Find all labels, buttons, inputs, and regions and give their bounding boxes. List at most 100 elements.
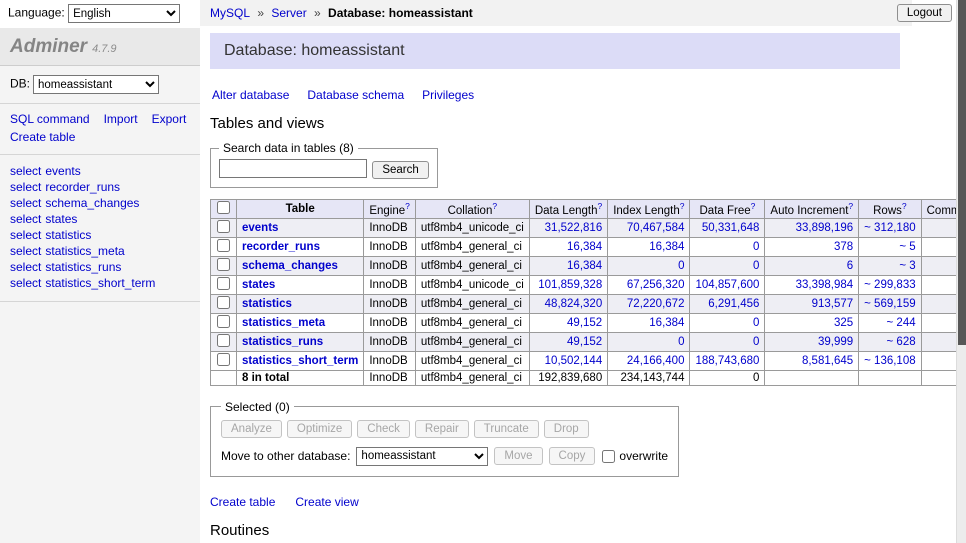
table-link-statistics-runs[interactable]: statistics_runs (242, 336, 323, 348)
privileges-link[interactable]: Privileges (422, 88, 474, 102)
search-button[interactable]: Search (372, 161, 428, 179)
column-hint-link[interactable]: ? (751, 201, 756, 211)
column-sort-link[interactable]: Index Length (613, 204, 680, 216)
data-free-value-link[interactable]: 0 (753, 241, 759, 253)
rows-value-link[interactable]: ~ 312,180 (864, 222, 915, 234)
table-name-link-states[interactable]: states (45, 212, 77, 226)
sidebar-link-create-table[interactable]: Create table (10, 130, 75, 144)
rows-value-link[interactable]: ~ 5 (899, 241, 915, 253)
data-length-value-link[interactable]: 49,152 (567, 336, 602, 348)
index-length-value-link[interactable]: 24,166,400 (627, 355, 685, 367)
db-select[interactable]: homeassistant (33, 75, 159, 94)
bulk-analyze-button[interactable]: Analyze (221, 420, 282, 438)
column-sort-link[interactable]: Comment (927, 204, 956, 216)
table-name-link-statistics-runs[interactable]: statistics_runs (45, 260, 121, 274)
table-name-link-recorder-runs[interactable]: recorder_runs (45, 180, 120, 194)
data-length-value-link[interactable]: 10,502,144 (545, 355, 603, 367)
row-checkbox[interactable] (217, 353, 230, 366)
data-length-value-link[interactable]: 16,384 (567, 241, 602, 253)
search-input[interactable] (219, 159, 367, 178)
bulk-check-button[interactable]: Check (357, 420, 410, 438)
column-hint-link[interactable]: ? (680, 201, 685, 211)
index-length-value-link[interactable]: 72,220,672 (627, 298, 685, 310)
row-checkbox[interactable] (217, 296, 230, 309)
scrollbar-thumb[interactable] (958, 0, 966, 345)
data-free-value-link[interactable]: 188,743,680 (695, 355, 759, 367)
rows-value-link[interactable]: ~ 3 (899, 260, 915, 272)
column-hint-link[interactable]: ? (902, 201, 907, 211)
bulk-repair-button[interactable]: Repair (415, 420, 469, 438)
bulk-drop-button[interactable]: Drop (544, 420, 589, 438)
copy-button[interactable]: Copy (549, 447, 596, 465)
data-free-value-link[interactable]: 0 (753, 260, 759, 272)
data-free-value-link[interactable]: 0 (753, 336, 759, 348)
row-checkbox[interactable] (217, 315, 230, 328)
breadcrumb-link-mysql[interactable]: MySQL (210, 6, 250, 20)
index-length-value-link[interactable]: 0 (678, 336, 684, 348)
table-link-schema-changes[interactable]: schema_changes (242, 260, 338, 272)
table-link-events[interactable]: events (242, 222, 278, 234)
rows-value-link[interactable]: ~ 628 (887, 336, 916, 348)
sidebar-link-import[interactable]: Import (104, 112, 138, 126)
auto-increment-value-link[interactable]: 33,898,196 (796, 222, 854, 234)
table-name-link-statistics-meta[interactable]: statistics_meta (45, 244, 124, 258)
index-length-value-link[interactable]: 0 (678, 260, 684, 272)
table-name-link-schema-changes[interactable]: schema_changes (45, 196, 139, 210)
column-sort-link[interactable]: Data Free (700, 204, 751, 216)
table-select-link[interactable]: select (10, 164, 41, 178)
data-free-value-link[interactable]: 0 (753, 317, 759, 329)
auto-increment-value-link[interactable]: 33,398,984 (796, 279, 854, 291)
row-checkbox[interactable] (217, 277, 230, 290)
auto-increment-value-link[interactable]: 325 (834, 317, 853, 329)
data-free-value-link[interactable]: 50,331,648 (702, 222, 760, 234)
rows-value-link[interactable]: ~ 299,833 (864, 279, 915, 291)
language-select[interactable]: English (68, 4, 180, 23)
table-select-link[interactable]: select (10, 260, 41, 274)
index-length-value-link[interactable]: 16,384 (649, 317, 684, 329)
table-link-states[interactable]: states (242, 279, 275, 291)
move-button[interactable]: Move (494, 447, 542, 465)
table-link-statistics-short-term[interactable]: statistics_short_term (242, 355, 358, 367)
auto-increment-value-link[interactable]: 39,999 (818, 336, 853, 348)
table-select-link[interactable]: select (10, 228, 41, 242)
auto-increment-value-link[interactable]: 378 (834, 241, 853, 253)
sidebar-link-sql-command[interactable]: SQL command (10, 112, 90, 126)
bulk-truncate-button[interactable]: Truncate (474, 420, 539, 438)
table-select-link[interactable]: select (10, 244, 41, 258)
table-select-link[interactable]: select (10, 276, 41, 290)
index-length-value-link[interactable]: 16,384 (649, 241, 684, 253)
table-link-statistics-meta[interactable]: statistics_meta (242, 317, 325, 329)
auto-increment-value-link[interactable]: 913,577 (812, 298, 854, 310)
rows-value-link[interactable]: ~ 569,159 (864, 298, 915, 310)
table-name-link-statistics[interactable]: statistics (45, 228, 91, 242)
data-length-value-link[interactable]: 49,152 (567, 317, 602, 329)
table-name-link-events[interactable]: events (45, 164, 80, 178)
select-all-checkbox[interactable] (217, 201, 230, 214)
sidebar-link-export[interactable]: Export (152, 112, 187, 126)
table-select-link[interactable]: select (10, 180, 41, 194)
bulk-optimize-button[interactable]: Optimize (287, 420, 352, 438)
column-sort-link[interactable]: Engine (369, 204, 405, 216)
create-view-link[interactable]: Create view (295, 495, 358, 509)
column-sort-link[interactable]: Table (286, 203, 315, 215)
breadcrumb-link-server[interactable]: Server (271, 6, 306, 20)
table-select-link[interactable]: select (10, 196, 41, 210)
data-length-value-link[interactable]: 16,384 (567, 260, 602, 272)
column-sort-link[interactable]: Data Length (535, 204, 598, 216)
create-table-link[interactable]: Create table (210, 495, 275, 509)
row-checkbox[interactable] (217, 220, 230, 233)
column-sort-link[interactable]: Rows (873, 204, 902, 216)
move-db-select[interactable]: homeassistant (356, 447, 488, 466)
data-free-value-link[interactable]: 104,857,600 (695, 279, 759, 291)
auto-increment-value-link[interactable]: 8,581,645 (802, 355, 853, 367)
index-length-value-link[interactable]: 70,467,584 (627, 222, 685, 234)
table-name-link-statistics-short-term[interactable]: statistics_short_term (45, 276, 155, 290)
column-hint-link[interactable]: ? (597, 201, 602, 211)
data-length-value-link[interactable]: 101,859,328 (538, 279, 602, 291)
scrollbar[interactable] (956, 0, 966, 543)
auto-increment-value-link[interactable]: 6 (847, 260, 853, 272)
table-select-link[interactable]: select (10, 212, 41, 226)
column-hint-link[interactable]: ? (848, 201, 853, 211)
rows-value-link[interactable]: ~ 244 (887, 317, 916, 329)
data-length-value-link[interactable]: 31,522,816 (545, 222, 603, 234)
